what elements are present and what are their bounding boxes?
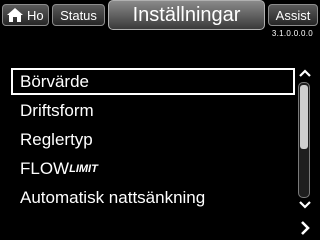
- menu-item-label: Driftsform: [20, 100, 94, 120]
- tab-settings-label: Inställningar: [132, 3, 241, 26]
- tab-status[interactable]: Status: [52, 4, 105, 26]
- menu-item-driftsform[interactable]: Driftsform: [11, 97, 295, 124]
- menu-item-reglertyp[interactable]: Reglertyp: [11, 126, 295, 153]
- menu-item-label: Automatisk nattsänkning: [20, 187, 206, 207]
- scrollbar[interactable]: [298, 82, 310, 198]
- tab-home[interactable]: Ho: [2, 4, 49, 26]
- tab-home-label: Ho: [27, 7, 44, 23]
- menu-item-label-main: FLOW: [20, 158, 70, 178]
- settings-menu-list: Börvärde Driftsform Reglertyp FLOW LIMIT …: [11, 68, 295, 212]
- chevron-right-icon[interactable]: [298, 220, 312, 236]
- tab-settings[interactable]: Inställningar: [108, 0, 265, 30]
- menu-item-label: Reglertyp: [20, 129, 93, 149]
- tab-status-label: Status: [60, 7, 97, 23]
- chevron-down-icon[interactable]: [298, 200, 312, 210]
- menu-item-borvarde[interactable]: Börvärde: [11, 68, 295, 95]
- tab-assist-label: Assist: [275, 7, 311, 23]
- menu-item-label-suffix: LIMIT: [69, 162, 98, 175]
- menu-item-flowlimit[interactable]: FLOW LIMIT: [11, 155, 295, 182]
- menu-item-label: Börvärde: [20, 71, 89, 91]
- version-number: 3.1.0.0.0.0: [271, 29, 313, 38]
- top-navigation: Ho Status Inställningar Assist: [0, 0, 320, 30]
- chevron-up-icon[interactable]: [298, 68, 312, 78]
- home-icon: [7, 8, 23, 22]
- scrollbar-thumb[interactable]: [300, 85, 308, 149]
- tab-assist[interactable]: Assist: [268, 4, 318, 26]
- menu-item-automatisk-nattsankning[interactable]: Automatisk nattsänkning: [11, 184, 295, 211]
